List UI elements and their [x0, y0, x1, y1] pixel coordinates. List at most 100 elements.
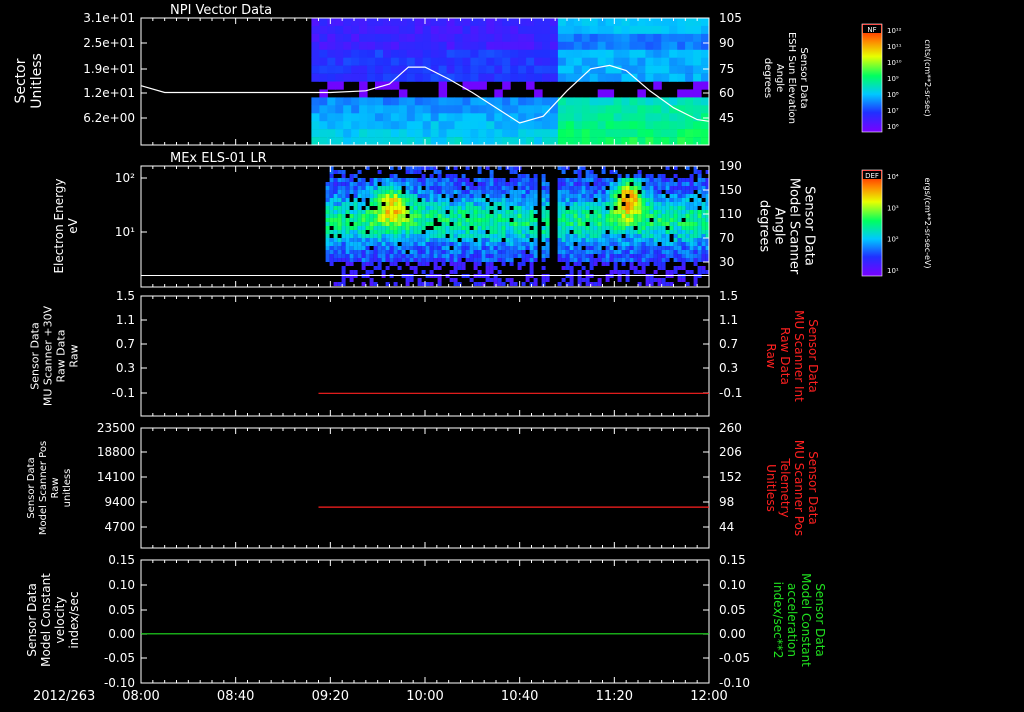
- npi-spectrogram-cell: [343, 25, 352, 35]
- els-spectrogram-cell: [637, 258, 642, 262]
- els-spectrogram-cell: [353, 270, 358, 274]
- npi-spectrogram-cell: [462, 57, 471, 66]
- els-spectrogram-cell: [545, 198, 550, 202]
- els-spectrogram-cell: [485, 222, 490, 226]
- els-spectrogram-cell: [477, 218, 482, 222]
- els-spectrogram-cell: [629, 222, 634, 226]
- npi-spectrogram-cell: [534, 137, 543, 145]
- els-spectrogram-cell: [533, 190, 538, 194]
- els-spectrogram-cell: [601, 258, 606, 262]
- els-spectrogram-cell: [501, 222, 506, 226]
- els-spectrogram-cell: [557, 258, 562, 262]
- els-spectrogram-cell: [325, 190, 330, 194]
- els-spectrogram-cell: [493, 190, 498, 194]
- npi-spectrogram-cell: [685, 25, 694, 35]
- els-spectrogram-cell: [693, 218, 698, 222]
- els-spectrogram-cell: [685, 194, 690, 198]
- els-spectrogram-cell: [525, 186, 530, 190]
- els-spectrogram-cell: [349, 258, 354, 262]
- els-spectrogram-cell: [385, 198, 390, 202]
- els-spectrogram-cell: [329, 182, 334, 186]
- els-spectrogram-cell: [665, 166, 670, 170]
- els-spectrogram-cell: [449, 178, 454, 182]
- els-spectrogram-cell: [529, 198, 534, 202]
- els-spectrogram-cell: [509, 202, 514, 206]
- npi-spectrogram-cell: [557, 18, 567, 27]
- els-spectrogram-cell: [669, 210, 674, 214]
- npi-spectrogram-cell: [597, 121, 607, 130]
- els-spectrogram-cell: [385, 182, 390, 186]
- els-spectrogram-cell: [645, 246, 650, 250]
- npi-spectrogram-cell: [653, 65, 662, 74]
- els-spectrogram-cell: [577, 230, 582, 234]
- els-spectrogram-cell: [609, 242, 614, 246]
- els-spectrogram-cell: [385, 206, 390, 210]
- els-spectrogram-cell: [417, 246, 422, 250]
- els-spectrogram-cell: [629, 214, 634, 218]
- npi-colorbar-label: 10¹¹: [887, 43, 902, 51]
- npi-spectrogram-cell: [677, 137, 686, 145]
- els-spectrogram-cell: [697, 190, 702, 194]
- els-spectrogram-cell: [409, 218, 414, 222]
- els-spectrogram-cell: [461, 178, 466, 182]
- els-spectrogram-cell: [529, 210, 534, 214]
- els-spectrogram-cell: [629, 242, 634, 246]
- npi-spectrogram-cell: [510, 57, 519, 66]
- npi-spectrogram-cell: [375, 41, 384, 50]
- npi-spectrogram-cell: [383, 105, 392, 114]
- els-spectrogram-cell: [589, 242, 594, 246]
- npi-spectrogram-cell: [613, 18, 623, 27]
- els-spectrogram-cell: [693, 262, 698, 266]
- els-spectrogram-cell: [465, 166, 470, 170]
- els-colorbar-unit: ergs/(cm**2-sr-sec-eV): [923, 177, 932, 268]
- els-spectrogram-cell: [465, 234, 470, 238]
- els-spectrogram-cell: [421, 210, 426, 214]
- npi-spectrogram-cell: [422, 33, 432, 43]
- npi-spectrogram-cell: [327, 129, 336, 138]
- els-spectrogram-cell: [609, 270, 614, 274]
- els-spectrogram-cell: [361, 254, 366, 258]
- els-spectrogram-cell: [669, 194, 674, 198]
- els-spectrogram-cell: [633, 210, 638, 214]
- els-spectrogram-cell: [541, 266, 546, 270]
- els-spectrogram-cell: [501, 258, 506, 262]
- els-spectrogram-cell: [513, 182, 518, 186]
- els-spectrogram-cell: [445, 226, 450, 230]
- npi-spectrogram-cell: [565, 49, 575, 58]
- els-spectrogram-cell: [433, 198, 438, 202]
- npi-spectrogram-cell: [573, 25, 583, 35]
- npi-spectrogram-cell: [438, 49, 448, 58]
- npi-spectrogram-cell: [581, 49, 591, 58]
- els-spectrogram-cell: [373, 190, 378, 194]
- npi-spectrogram-cell: [677, 89, 686, 98]
- els-spectrogram-cell: [661, 182, 666, 186]
- els-spectrogram-cell: [625, 258, 630, 262]
- npi-spectrogram-cell: [589, 25, 599, 35]
- els-spectrogram-cell: [569, 258, 574, 262]
- els-spectrogram-cell: [513, 226, 518, 230]
- els-spectrogram-cell: [593, 194, 598, 198]
- els-spectrogram-cell: [589, 254, 594, 258]
- els-spectrogram-cell: [525, 234, 530, 238]
- els-spectrogram-cell: [593, 262, 598, 266]
- els-spectrogram-cell: [469, 238, 474, 242]
- npi-spectrogram-cell: [406, 33, 416, 43]
- els-spectrogram-cell: [617, 230, 622, 234]
- els-spectrogram-cell: [541, 238, 546, 242]
- els-spectrogram-cell: [365, 222, 370, 226]
- els-spectrogram-cell: [585, 254, 590, 258]
- els-spectrogram-cell: [469, 194, 474, 198]
- npi-spectrogram-cell: [613, 105, 623, 114]
- els-spectrogram-cell: [449, 194, 454, 198]
- els-spectrogram-cell: [649, 182, 654, 186]
- els-spectrogram-cell: [349, 214, 354, 218]
- els-spectrogram-cell: [509, 198, 514, 202]
- els-spectrogram-cell: [641, 258, 646, 262]
- els-spectrogram-cell: [401, 242, 406, 246]
- els-spectrogram-cell: [401, 254, 406, 258]
- els-spectrogram-cell: [465, 178, 470, 182]
- els-spectrogram-cell: [633, 234, 638, 238]
- els-spectrogram-cell: [413, 234, 418, 238]
- els-spectrogram-cell: [617, 210, 622, 214]
- els-spectrogram-cell: [405, 202, 410, 206]
